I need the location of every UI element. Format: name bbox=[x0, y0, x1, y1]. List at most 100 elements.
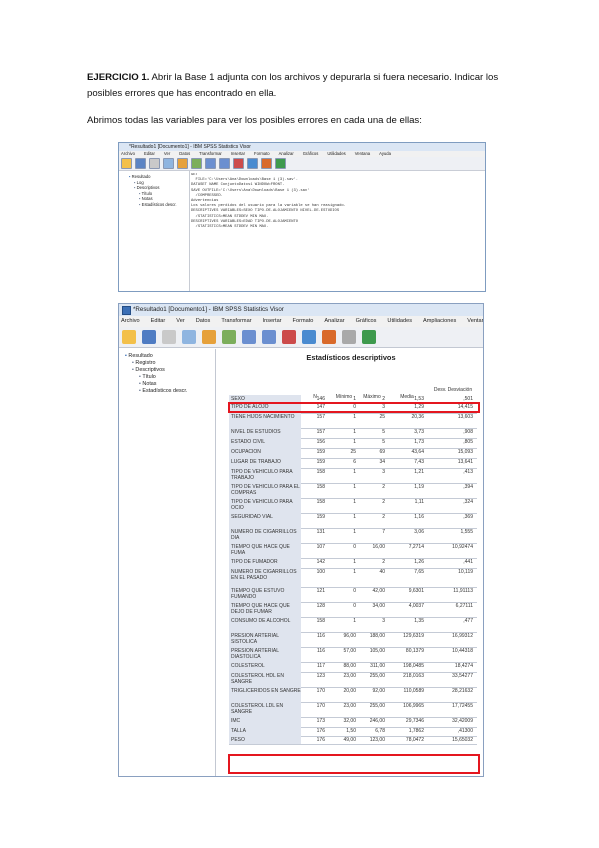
menu-item[interactable]: Ampliaciones bbox=[423, 318, 456, 324]
save-icon[interactable] bbox=[135, 158, 146, 169]
open-icon[interactable] bbox=[122, 330, 136, 344]
toolbar bbox=[119, 327, 483, 348]
designate-window-icon[interactable] bbox=[342, 330, 356, 344]
cell-min: 96,00 bbox=[343, 633, 356, 639]
table-row: SEGURIDAD VIAL 159 1 2 1,16 ,369 bbox=[229, 513, 477, 529]
cell-mean: 1,35 bbox=[414, 618, 424, 624]
menu-item[interactable]: Ayuda bbox=[379, 151, 391, 156]
cell-mean: 4,0037 bbox=[408, 603, 424, 609]
menu-item[interactable]: Datos bbox=[179, 151, 190, 156]
menu-item[interactable]: Ver bbox=[164, 151, 170, 156]
cell-n: 159 bbox=[316, 449, 325, 455]
spss-logo-icon bbox=[122, 306, 131, 315]
menu-item[interactable]: Archivo bbox=[121, 318, 140, 324]
cell-max: 40 bbox=[379, 569, 385, 575]
undo-icon[interactable] bbox=[205, 158, 216, 169]
preview-icon[interactable] bbox=[182, 330, 196, 344]
menu-item[interactable]: Utilidades bbox=[387, 318, 412, 324]
cell-sd: ,908 bbox=[463, 429, 473, 435]
chart-icon[interactable] bbox=[322, 330, 336, 344]
menu-item[interactable]: Analizar bbox=[279, 151, 294, 156]
menu-item[interactable]: Formato bbox=[254, 151, 270, 156]
exercise-statement: EJERCICIO 1. Abrir la Base 1 adjunta con… bbox=[87, 70, 527, 102]
exercise-label: EJERCICIO 1. bbox=[87, 72, 150, 83]
redo-icon[interactable] bbox=[262, 330, 276, 344]
window-title: *Resultado1 [Documento1] - IBM SPSS Stat… bbox=[119, 304, 483, 316]
cell-min: 0 bbox=[353, 544, 356, 550]
cell-mean: 20,36 bbox=[411, 414, 424, 420]
cell-sd: 15,093 bbox=[457, 449, 473, 455]
cell-mean: 80,1379 bbox=[405, 648, 424, 654]
menu-item[interactable]: Utilidades bbox=[327, 151, 345, 156]
column-header: Desv. Desviación bbox=[433, 387, 473, 393]
cell-sd: 10,119 bbox=[458, 569, 473, 575]
redo-icon[interactable] bbox=[219, 158, 230, 169]
goto-data-icon[interactable] bbox=[282, 330, 296, 344]
cell-sd: ,369 bbox=[463, 514, 473, 520]
cell-n: 121 bbox=[316, 588, 325, 594]
cell-sd: 11,91113 bbox=[453, 588, 473, 594]
row-label: CONSUMO DE ALCOHOL bbox=[229, 617, 301, 632]
menu-item[interactable]: Datos bbox=[196, 318, 211, 324]
cell-max: 246,00 bbox=[369, 718, 385, 724]
cell-max: 34,00 bbox=[372, 603, 385, 609]
print-icon[interactable] bbox=[149, 158, 160, 169]
menu-item[interactable]: Editar bbox=[144, 151, 155, 156]
cell-max: 255,00 bbox=[369, 703, 385, 709]
recall-icon[interactable] bbox=[222, 330, 236, 344]
table-row: TRIGLICERIDOS EN SANGRE 170 20,00 92,00 110,… bbox=[229, 687, 477, 703]
script-icon[interactable] bbox=[275, 158, 286, 169]
cell-mean: 3,06 bbox=[414, 529, 424, 535]
row-label: SEGURIDAD VIAL bbox=[229, 513, 301, 528]
menu-item[interactable]: Ventana bbox=[355, 151, 370, 156]
table-row: CONSUMO DE ALCOHOL 158 1 3 1,35 ,477 bbox=[229, 617, 477, 633]
recall-icon[interactable] bbox=[191, 158, 202, 169]
preview-icon[interactable] bbox=[163, 158, 174, 169]
row-label: TIEMPO QUE ESTUVO FUMANDO bbox=[229, 587, 301, 602]
menu-item[interactable]: Gráficos bbox=[303, 151, 319, 156]
table-row: TIEMPO QUE HACE QUE DEJO DE FUMAR 128 0 34,… bbox=[229, 602, 477, 618]
print-icon[interactable] bbox=[162, 330, 176, 344]
menu-item[interactable]: Transformar bbox=[221, 318, 251, 324]
menu-item[interactable]: Archivo bbox=[121, 151, 135, 156]
menu-item[interactable]: Ver bbox=[176, 318, 184, 324]
outline-item[interactable]: ▪ Notas bbox=[119, 381, 215, 388]
cell-mean: 1,7862 bbox=[408, 728, 424, 734]
cell-max: 2 bbox=[382, 514, 385, 520]
cell-max: 7 bbox=[382, 529, 385, 535]
menu-item[interactable]: Insertar bbox=[263, 318, 282, 324]
cell-sd: 13,603 bbox=[457, 414, 473, 420]
outline-item[interactable]: ▪ Estadísticos descr. bbox=[123, 202, 189, 208]
outline-item[interactable]: ▪ Estadísticos descr. bbox=[119, 388, 215, 395]
menu-item[interactable]: Analizar bbox=[324, 318, 344, 324]
row-label: TIEMPO QUE HACE QUE DEJO DE FUMAR bbox=[229, 602, 301, 617]
log-line: /STATISTICS=MEAN STDDEV MIN MAX. bbox=[191, 225, 269, 230]
outline-item[interactable]: ▪ Descriptivos bbox=[119, 367, 215, 374]
variables-icon[interactable] bbox=[247, 158, 258, 169]
script-icon[interactable] bbox=[362, 330, 376, 344]
cell-min: 6 bbox=[353, 459, 356, 465]
menu-item[interactable]: Formato bbox=[293, 318, 314, 324]
table-row: PRESION ARTERIAL SISTOLICA 116 96,00 188,00… bbox=[229, 632, 477, 648]
outline-item[interactable]: ▪ Título bbox=[119, 374, 215, 381]
table-row: COLESTEROL HDL EN SANGRE 123 23,00 255,00 21… bbox=[229, 672, 477, 688]
menu-item[interactable]: Gráficos bbox=[356, 318, 377, 324]
menu-item[interactable]: Ventana bbox=[467, 318, 483, 324]
open-icon[interactable] bbox=[121, 158, 132, 169]
chart-icon[interactable] bbox=[261, 158, 272, 169]
outline-item[interactable]: ▪ Resultado bbox=[119, 353, 215, 360]
menu-item[interactable]: Transformar bbox=[199, 151, 222, 156]
goto-data-icon[interactable] bbox=[233, 158, 244, 169]
menu-item[interactable]: Insertar bbox=[231, 151, 245, 156]
undo-icon[interactable] bbox=[242, 330, 256, 344]
save-icon[interactable] bbox=[142, 330, 156, 344]
cell-sd: 33,54277 bbox=[452, 673, 473, 679]
export-icon[interactable] bbox=[177, 158, 188, 169]
cell-min: 1 bbox=[353, 569, 356, 575]
outline-item[interactable]: ▪ Registro bbox=[119, 360, 215, 367]
table-row: TIPO DE VEHICULO PARA OCIO 158 1 2 1,11 ,324 bbox=[229, 498, 477, 514]
variables-icon[interactable] bbox=[302, 330, 316, 344]
export-icon[interactable] bbox=[202, 330, 216, 344]
cell-n: 176 bbox=[316, 737, 325, 743]
menu-item[interactable]: Editar bbox=[151, 318, 166, 324]
